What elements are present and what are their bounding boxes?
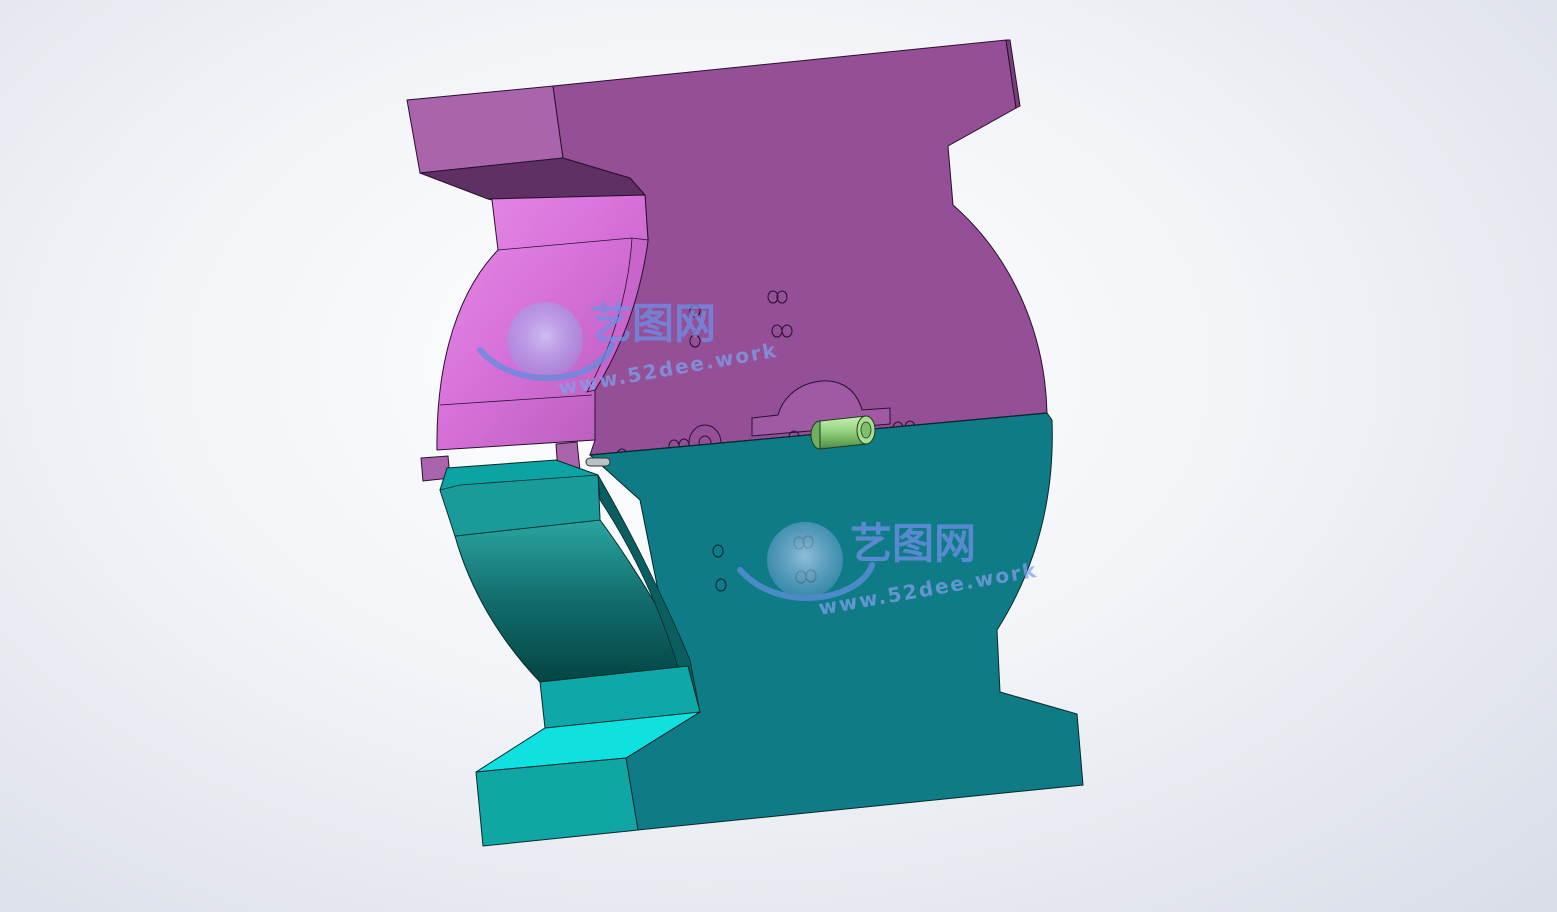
cad-viewport[interactable]: 艺图网 www.52dee.work 艺图网 www.52dee.work bbox=[0, 0, 1557, 912]
watermark-2-logo-text: 艺图网 bbox=[850, 519, 976, 568]
model-canvas[interactable]: 艺图网 www.52dee.work 艺图网 www.52dee.work bbox=[0, 0, 1557, 912]
upper-mold-plate[interactable] bbox=[406, 39, 1048, 482]
lower-bottom-block-front bbox=[475, 757, 639, 847]
lower-mold-plate[interactable] bbox=[439, 412, 1084, 847]
guide-pin[interactable] bbox=[810, 415, 876, 450]
upper-left-block-top bbox=[406, 85, 564, 174]
small-pin bbox=[585, 457, 611, 467]
watermark-1-logo-text: 艺图网 bbox=[590, 299, 716, 348]
